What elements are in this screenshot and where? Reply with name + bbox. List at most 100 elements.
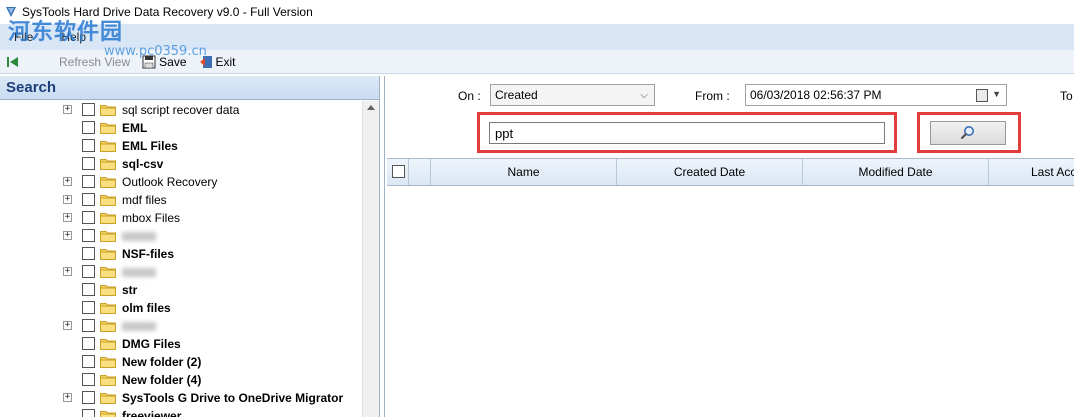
folder-icon [100, 195, 116, 206]
tree-item-label: olm files [122, 301, 171, 315]
redacted-label [122, 322, 156, 331]
watermark-url: www.pc0359.cn [104, 44, 207, 59]
tree-item-checkbox[interactable] [82, 193, 95, 206]
folder-icon [100, 303, 116, 314]
folder-icon [100, 321, 116, 332]
tree-item-checkbox[interactable] [82, 337, 95, 350]
tree-item[interactable]: + mdf files [0, 191, 362, 209]
tree-scrollbar[interactable] [362, 101, 379, 417]
tree-item-label: sql script recover data [122, 103, 240, 117]
search-input-value: ppt [495, 125, 514, 141]
chevron-down-icon[interactable]: ▼ [992, 89, 1001, 99]
search-button[interactable] [930, 121, 1006, 145]
tree-item-checkbox[interactable] [82, 409, 95, 417]
tree-item[interactable]: + Outlook Recovery [0, 173, 362, 191]
tree-item[interactable]: EML Files [0, 137, 362, 155]
tree-item[interactable]: + [0, 263, 362, 281]
tree-item-checkbox[interactable] [82, 355, 95, 368]
folder-icon [100, 231, 116, 242]
folder-icon [100, 375, 116, 386]
tree-item-checkbox[interactable] [82, 139, 95, 152]
search-panel-header: Search [0, 76, 379, 100]
tree-item-label: mdf files [122, 193, 167, 207]
search-panel: Search + sql script recover data EML EML Fi… [0, 76, 380, 417]
search-input[interactable]: ppt [489, 122, 885, 144]
tree-item-checkbox[interactable] [82, 175, 95, 188]
tree-item-label: DMG Files [122, 337, 181, 351]
tree-item-checkbox[interactable] [82, 373, 95, 386]
tree-item[interactable]: DMG Files [0, 335, 362, 353]
folder-icon [100, 411, 116, 417]
exit-label: Exit [215, 54, 236, 69]
folder-icon [100, 159, 116, 170]
chevron-down-icon: ⌵ [640, 90, 648, 101]
expand-icon[interactable]: + [63, 231, 72, 240]
select-all-checkbox[interactable] [392, 165, 405, 178]
folder-icon [100, 177, 116, 188]
tree-item[interactable]: New folder (2) [0, 353, 362, 371]
folder-icon [100, 339, 116, 350]
tree-item-label: freeviewer [122, 409, 182, 417]
expand-icon[interactable]: + [63, 177, 72, 186]
column-last-accessed[interactable]: Last Acc [989, 159, 1074, 185]
filter-row: On : Created ⌵ From : 06/03/2018 02:56:3… [385, 84, 1074, 106]
column-name[interactable]: Name [431, 159, 617, 185]
expand-icon[interactable]: + [63, 393, 72, 402]
folder-icon [100, 141, 116, 152]
icon-column [409, 159, 431, 185]
tree-item-checkbox[interactable] [82, 301, 95, 314]
tree-item-label: NSF-files [122, 247, 175, 261]
tree-item[interactable]: NSF-files [0, 245, 362, 263]
tree-item[interactable]: EML [0, 119, 362, 137]
tree-item-label: sql-csv [122, 157, 164, 171]
tree-item-checkbox[interactable] [82, 247, 95, 260]
back-icon[interactable] [6, 55, 20, 69]
tree-item[interactable]: + [0, 227, 362, 245]
folder-icon [100, 105, 116, 116]
folder-icon [100, 393, 116, 404]
tree-item-checkbox[interactable] [82, 319, 95, 332]
date-type-value: Created [495, 88, 538, 102]
tree-item[interactable]: sql-csv [0, 155, 362, 173]
scroll-up-icon[interactable] [367, 105, 375, 110]
expand-icon[interactable]: + [63, 105, 72, 114]
expand-icon[interactable]: + [63, 213, 72, 222]
expand-icon[interactable]: + [63, 267, 72, 276]
expand-icon[interactable]: + [63, 321, 72, 330]
tree-item-label: New folder (4) [122, 373, 202, 387]
tree-item-checkbox[interactable] [82, 211, 95, 224]
from-date-value: 06/03/2018 02:56:37 PM [750, 88, 882, 102]
select-all-column[interactable] [387, 159, 409, 185]
tree-item[interactable]: olm files [0, 299, 362, 317]
folder-icon [100, 123, 116, 134]
tree-item[interactable]: freeviewer [0, 407, 362, 417]
magnifier-icon [960, 126, 974, 140]
tree-item-label: EML [122, 121, 148, 135]
tree-item-label: SysTools G Drive to OneDrive Migrator [122, 391, 344, 405]
tree-item[interactable]: New folder (4) [0, 371, 362, 389]
column-created-date[interactable]: Created Date [617, 159, 803, 185]
folder-icon [100, 249, 116, 260]
tree-item[interactable]: + sql script recover data [0, 101, 362, 119]
from-date-picker[interactable]: 06/03/2018 02:56:37 PM ▼ [745, 84, 1007, 106]
tree-item-label: str [122, 283, 138, 297]
tree-item[interactable]: + mbox Files [0, 209, 362, 227]
expand-icon[interactable]: + [63, 195, 72, 204]
date-type-select[interactable]: Created ⌵ [490, 84, 655, 106]
results-grid-header: Name Created Date Modified Date Last Acc [387, 158, 1074, 186]
folder-icon [100, 267, 116, 278]
tree-item-checkbox[interactable] [82, 229, 95, 242]
tree-item[interactable]: + [0, 317, 362, 335]
column-modified-date[interactable]: Modified Date [803, 159, 989, 185]
tree-item-checkbox[interactable] [82, 121, 95, 134]
tree-item-checkbox[interactable] [82, 103, 95, 116]
tree-item-checkbox[interactable] [82, 283, 95, 296]
tree-item[interactable]: + SysTools G Drive to OneDrive Migrator [0, 389, 362, 407]
tree-item-checkbox[interactable] [82, 157, 95, 170]
tree-item[interactable]: str [0, 281, 362, 299]
calendar-icon[interactable] [976, 89, 988, 102]
tree-item-checkbox[interactable] [82, 265, 95, 278]
from-label: From : [695, 89, 730, 103]
tree-item-checkbox[interactable] [82, 391, 95, 404]
results-panel: On : Created ⌵ From : 06/03/2018 02:56:3… [384, 76, 1074, 417]
